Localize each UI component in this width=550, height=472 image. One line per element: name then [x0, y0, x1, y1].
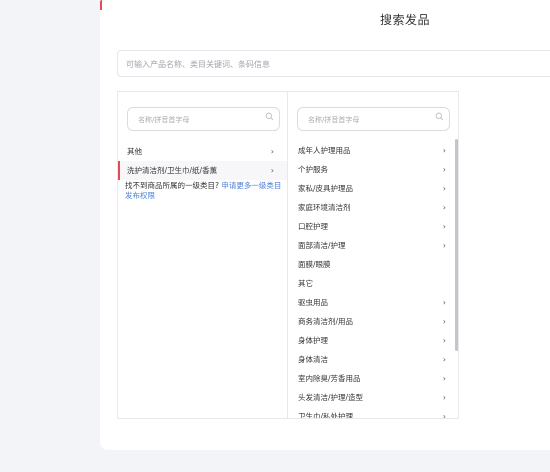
category-column-level1: 其他 › 洗护清洁剂/卫生巾/纸/香薰 › 找不到商品所属的一级类目? 申请更多…	[118, 92, 288, 418]
category-label: 商务清洁剂/用品	[298, 317, 354, 326]
chevron-right-icon: ›	[270, 147, 274, 156]
category-item-level2[interactable]: 成年人护理用品 ›	[289, 141, 459, 160]
product-search-input[interactable]	[126, 58, 526, 70]
category-item-level2[interactable]: 身体护理 ›	[289, 331, 459, 350]
category-selector: 其他 › 洗护清洁剂/卫生巾/纸/香薰 › 找不到商品所属的一级类目? 申请更多…	[117, 91, 459, 419]
level1-search-box[interactable]	[127, 107, 280, 131]
category-item-level2[interactable]: 室内除臭/芳香用品 ›	[289, 369, 459, 388]
category-label: 其他	[127, 147, 142, 156]
category-item-level2[interactable]: 身体清洁 ›	[289, 350, 459, 369]
chevron-right-icon: ›	[442, 317, 446, 326]
permission-note: 找不到商品所属的一级类目? 申请更多一级类目发布权限	[125, 181, 285, 201]
category-item-level2[interactable]: 卫生巾/私处护理 ›	[289, 407, 459, 418]
category-label: 口腔护理	[298, 222, 328, 231]
chevron-right-icon: ›	[442, 203, 446, 212]
panel-accent	[100, 0, 102, 10]
chevron-right-icon: ›	[442, 165, 446, 174]
chevron-right-icon: ›	[442, 222, 446, 231]
category-label: 成年人护理用品	[298, 146, 351, 155]
category-label: 面部清洁/护理	[298, 241, 346, 250]
chevron-right-icon: ›	[442, 336, 446, 345]
product-search-box[interactable]	[117, 50, 550, 77]
page-title: 搜索发品	[380, 13, 431, 27]
category-item-level2[interactable]: 其它	[289, 274, 459, 293]
level2-search-box[interactable]	[297, 107, 450, 131]
category-item-level2[interactable]: 家庭环境清洁剂 ›	[289, 198, 459, 217]
category-label: 家庭环境清洁剂	[298, 203, 351, 212]
scrollbar[interactable]	[455, 139, 458, 351]
category-item-level2[interactable]: 口腔护理 ›	[289, 217, 459, 236]
chevron-right-icon: ›	[442, 355, 446, 364]
chevron-right-icon: ›	[442, 374, 446, 383]
category-item-level2[interactable]: 驱虫用品 ›	[289, 293, 459, 312]
category-label: 身体护理	[298, 336, 328, 345]
chevron-right-icon: ›	[270, 166, 274, 175]
chevron-right-icon: ›	[442, 184, 446, 193]
category-item-level2[interactable]: 面膜/眼膜	[289, 255, 459, 274]
level1-search-input[interactable]	[138, 114, 258, 125]
category-label: 身体清洁	[298, 355, 328, 364]
level1-list: 其他 › 洗护清洁剂/卫生巾/纸/香薰 ›	[118, 142, 287, 180]
category-label: 面膜/眼膜	[298, 260, 331, 269]
category-item-level2[interactable]: 家私/皮具护理品 ›	[289, 179, 459, 198]
category-column-level2: 成年人护理用品›个护服务›家私/皮具护理品›家庭环境清洁剂›口腔护理›面部清洁/…	[289, 92, 459, 418]
category-label: 卫生巾/私处护理	[298, 412, 354, 418]
permission-note-text: 找不到商品所属的一级类目?	[125, 181, 222, 190]
category-label: 其它	[298, 279, 313, 288]
chevron-right-icon: ›	[442, 298, 446, 307]
category-label: 头发清洁/护理/造型	[298, 393, 364, 402]
category-item-level2[interactable]: 个护服务 ›	[289, 160, 459, 179]
category-item-level1-selected[interactable]: 洗护清洁剂/卫生巾/纸/香薰 ›	[118, 161, 287, 180]
search-icon[interactable]	[265, 112, 274, 121]
chevron-right-icon: ›	[442, 146, 446, 155]
category-item-level1[interactable]: 其他 ›	[118, 142, 287, 161]
category-label: 个护服务	[298, 165, 328, 174]
chevron-right-icon: ›	[442, 241, 446, 250]
category-label: 洗护清洁剂/卫生巾/纸/香薰	[127, 166, 218, 175]
chevron-right-icon: ›	[442, 412, 446, 418]
level2-list: 成年人护理用品 › 个护服务 › 家私/皮具护理品 › 家庭环境清洁剂 › 口腔护理 › 面部清洁/…	[289, 141, 459, 418]
category-label: 驱虫用品	[298, 298, 328, 307]
category-label: 家私/皮具护理品	[298, 184, 354, 193]
category-item-level2[interactable]: 头发清洁/护理/造型 ›	[289, 388, 459, 407]
level2-search-input[interactable]	[308, 114, 428, 125]
chevron-right-icon: ›	[442, 393, 446, 402]
category-item-level2[interactable]: 商务清洁剂/用品 ›	[289, 312, 459, 331]
search-icon[interactable]	[435, 112, 444, 121]
category-item-level2[interactable]: 面部清洁/护理 ›	[289, 236, 459, 255]
category-label: 室内除臭/芳香用品	[298, 374, 361, 383]
